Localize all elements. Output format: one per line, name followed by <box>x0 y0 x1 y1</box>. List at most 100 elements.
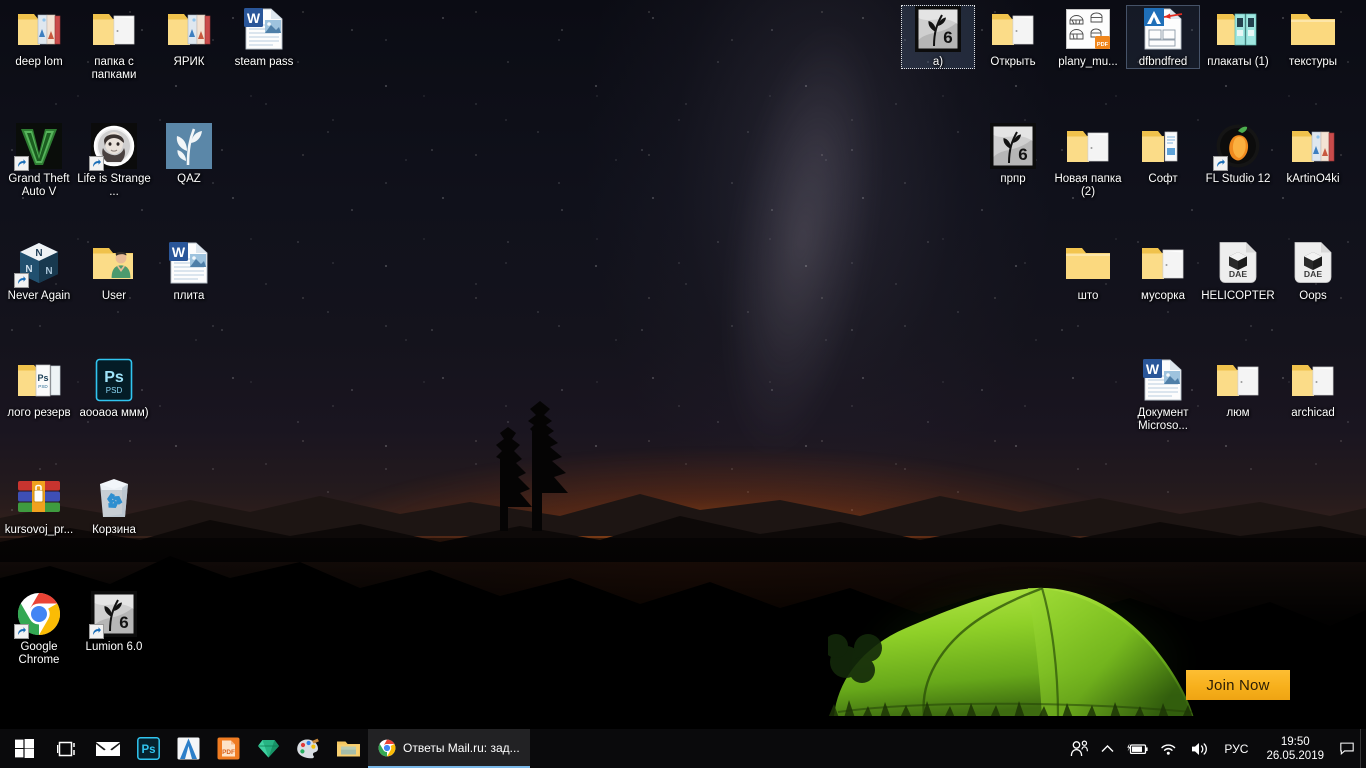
desktop-icon-label: папка с папками <box>91 56 137 81</box>
desktop-icon-plakaty-1[interactable]: плакаты (1) <box>1201 5 1275 69</box>
life-strange-icon <box>89 122 138 171</box>
shortcut-arrow-icon <box>14 156 29 171</box>
start-button[interactable] <box>0 729 48 768</box>
folder-plain-icon <box>1064 239 1112 287</box>
desktop-icon-deep-lom[interactable]: deep lom <box>2 5 76 69</box>
desktop-icon-shto[interactable]: што <box>1051 239 1125 303</box>
desktop[interactable]: Join Now deep lom папка с папками ЯРИК Wste… <box>0 0 1366 768</box>
desktop-icon-life-is-strange[interactable]: Life is Strange ... <box>77 122 151 199</box>
tray-clock[interactable]: 19:50 26.05.2019 <box>1256 729 1334 768</box>
lumion-gray-icon: 6 <box>914 5 962 53</box>
mail-icon <box>96 741 120 756</box>
taskbar-mail-button[interactable] <box>88 729 128 768</box>
taskbar-archicad-button[interactable] <box>168 729 208 768</box>
desktop-icon-fl-studio-12[interactable]: FL Studio 12 <box>1201 122 1275 186</box>
desktop-icon-kartin04ki[interactable]: kArtinO4ki <box>1276 122 1350 186</box>
folder-plain-icon <box>1289 5 1337 53</box>
svg-text:PDF: PDF <box>1097 42 1109 48</box>
tray-people-button[interactable] <box>1064 729 1095 768</box>
desktop-icon-label: Корзина <box>92 524 136 536</box>
desktop-icon-label: Lumion 6.0 <box>85 641 143 653</box>
desktop-icon-otkryt[interactable]: Открыть <box>976 5 1050 69</box>
lumion-blue-icon <box>165 122 213 170</box>
tray-show-hidden-icons-button[interactable] <box>1095 729 1120 768</box>
svg-text:PDF: PDF <box>222 749 235 756</box>
svg-text:W: W <box>172 244 186 260</box>
tray-network-button[interactable] <box>1154 729 1184 768</box>
desktop-icon-yarik[interactable]: ЯРИК <box>152 5 226 69</box>
show-desktop-button[interactable] <box>1360 729 1366 768</box>
chrome-icon <box>14 590 63 639</box>
task-view-button[interactable] <box>48 729 88 768</box>
desktop-icon-musorka[interactable]: мусорка <box>1126 239 1200 303</box>
desktop-icon-plany-mu[interactable]: PDF plany_mu... <box>1051 5 1125 69</box>
system-tray[interactable]: РУС 19:50 26.05.2019 <box>1064 729 1366 768</box>
desktop-icon-label: а) <box>932 56 944 68</box>
shortcut-arrow-icon <box>89 156 104 171</box>
archicad-icon <box>177 737 199 760</box>
svg-text:DAE: DAE <box>1229 269 1247 279</box>
desktop-icon-gta-v[interactable]: Grand Theft Auto V <box>2 122 76 199</box>
chevron-up-icon <box>1101 744 1114 752</box>
desktop-icon-user[interactable]: User <box>77 239 151 303</box>
desktop-icon-label: лого резерв <box>7 407 71 419</box>
desktop-icon-plita[interactable]: Wплита <box>152 239 226 303</box>
desktop-icon-kursovoj[interactable]: kursovoj_pr... <box>2 473 76 537</box>
photoshop-icon: Ps <box>136 737 160 760</box>
desktop-icon-label: kursovoj_pr... <box>4 524 74 536</box>
taskbar-active-window-chrome[interactable]: Ответы Mail.ru: зад... <box>368 729 530 768</box>
taskbar[interactable]: Ps PDF Ответы Mail.ru: зад... РУС 19:50 … <box>0 729 1366 768</box>
desktop-icon-lumion-60[interactable]: 6 Lumion 6.0 <box>77 590 151 654</box>
folder-pictures-icon <box>165 5 213 53</box>
folder-open-icon <box>989 5 1037 53</box>
desktop-icon-label: steam pass <box>234 56 294 68</box>
desktop-icon-label: люм <box>1226 407 1250 419</box>
folder-user-icon <box>90 239 138 287</box>
archicad-doc-icon <box>1139 5 1187 53</box>
desktop-icon-lyum[interactable]: люм <box>1201 356 1275 420</box>
desktop-icon-google-chrome[interactable]: Google Chrome <box>2 590 76 667</box>
clock-time: 19:50 <box>1280 735 1310 748</box>
desktop-icon-helicopter[interactable]: DAE HELICOPTER <box>1201 239 1275 303</box>
tray-action-center-button[interactable] <box>1334 729 1360 768</box>
desktop-icon-oops[interactable]: DAE Oops <box>1276 239 1350 303</box>
tray-battery-button[interactable] <box>1120 729 1154 768</box>
taskbar-paint-button[interactable] <box>288 729 328 768</box>
desktop-icon-label: Документ Microso... <box>1137 407 1189 432</box>
taskbar-spacer <box>530 729 1065 768</box>
desktop-icon-korzina[interactable]: Корзина <box>77 473 151 537</box>
people-icon <box>1071 740 1089 757</box>
desktop-icon-soft[interactable]: Софт <box>1126 122 1200 186</box>
desktop-icon-dokument-micro[interactable]: W Документ Microso... <box>1126 356 1200 433</box>
folder-open-icon <box>1289 356 1337 404</box>
desktop-icon-qaz[interactable]: QAZ <box>152 122 226 186</box>
desktop-icon-a-paren[interactable]: 6 а) <box>901 5 975 69</box>
desktop-icon-papka-s-papkami[interactable]: папка с папками <box>77 5 151 82</box>
word-doc-icon: W <box>1139 356 1187 404</box>
paint-palette-icon <box>297 738 319 758</box>
taskbar-photoshop-button[interactable]: Ps <box>128 729 168 768</box>
desktop-icon-tekstury[interactable]: текстуры <box>1276 5 1350 69</box>
gem-icon <box>257 740 279 758</box>
desktop-icon-label: прпр <box>1000 173 1026 185</box>
taskbar-pdf-button[interactable]: PDF <box>208 729 248 768</box>
join-now-button[interactable]: Join Now <box>1186 670 1290 700</box>
word-doc-icon: W <box>240 5 288 53</box>
tray-language-indicator[interactable]: РУС <box>1216 729 1256 768</box>
desktop-icon-dfbndfred[interactable]: dfbndfred <box>1126 5 1200 69</box>
taskbar-gem-button[interactable] <box>248 729 288 768</box>
desktop-icon-logo-rezerv[interactable]: Ps PSD лого резерв <box>2 356 76 420</box>
tray-volume-button[interactable] <box>1184 729 1216 768</box>
folder-open-icon <box>1139 239 1187 287</box>
desktop-icon-novaya-papka-2[interactable]: Новая папка (2) <box>1051 122 1125 199</box>
taskbar-explorer-button[interactable] <box>328 729 368 768</box>
desktop-icon-steam-pass[interactable]: Wsteam pass <box>227 5 301 69</box>
shortcut-arrow-icon <box>14 273 29 288</box>
desktop-icon-prpr[interactable]: 6 прпр <box>976 122 1050 186</box>
desktop-icon-archicad[interactable]: archicad <box>1276 356 1350 420</box>
desktop-icon-label: аооаоа ммм) <box>79 407 149 419</box>
desktop-icon-never-again[interactable]: N N N Never Again <box>2 239 76 303</box>
desktop-icon-aooaoa[interactable]: Ps PSD аооаоа ммм) <box>77 356 151 420</box>
dae-file-icon: DAE <box>1289 239 1337 287</box>
green-tent <box>824 566 1200 734</box>
